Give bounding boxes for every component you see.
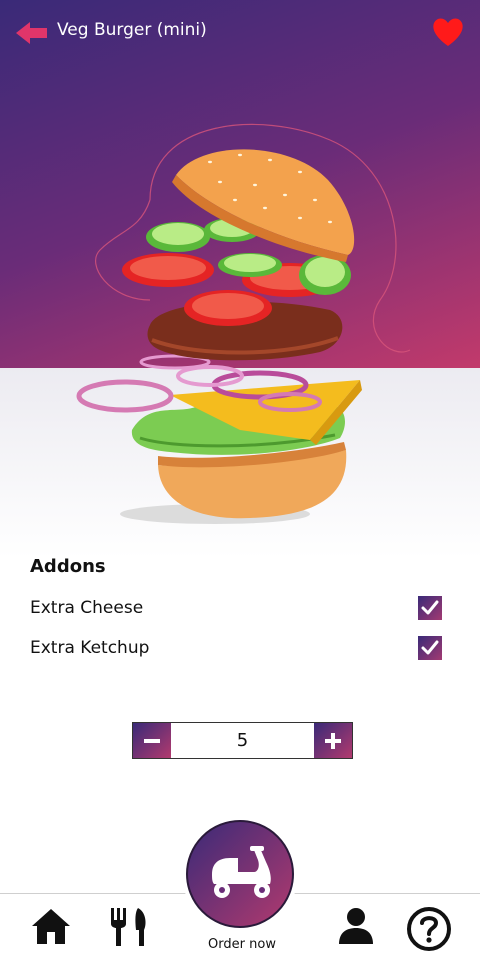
arrow-left-icon <box>16 22 47 44</box>
plus-icon <box>325 732 341 749</box>
quantity-stepper: 5 <box>132 722 353 759</box>
minus-icon <box>144 738 160 743</box>
extra-cheese-checkbox[interactable] <box>418 596 442 620</box>
order-now-circle <box>186 820 294 928</box>
order-now-button[interactable] <box>182 816 298 932</box>
decrement-button[interactable] <box>133 723 171 758</box>
increment-button[interactable] <box>314 723 352 758</box>
home-icon <box>32 909 70 944</box>
addons-title: Addons <box>30 556 106 577</box>
addon-label: Extra Ketchup <box>30 638 150 658</box>
scooter-icon <box>212 846 271 898</box>
nav-help[interactable] <box>406 906 452 956</box>
nav-profile[interactable] <box>337 906 375 950</box>
top-bar: Veg Burger (mini) <box>0 0 480 64</box>
check-icon <box>421 640 439 655</box>
burger-image <box>76 149 362 524</box>
fork-knife-icon <box>111 908 146 946</box>
addon-row-extra-cheese: Extra Cheese <box>30 596 446 624</box>
quantity-value[interactable]: 5 <box>171 723 314 758</box>
page-title: Veg Burger (mini) <box>57 20 207 40</box>
nav-menu[interactable] <box>108 906 150 952</box>
back-button[interactable] <box>14 18 50 48</box>
addon-label: Extra Cheese <box>30 598 144 618</box>
extra-ketchup-checkbox[interactable] <box>418 636 442 660</box>
nav-home[interactable] <box>30 906 72 950</box>
check-icon <box>421 600 439 615</box>
heart-icon <box>433 18 463 46</box>
help-icon <box>407 907 451 951</box>
addon-row-extra-ketchup: Extra Ketchup <box>30 636 446 664</box>
order-now-label: Order now <box>208 937 276 952</box>
favorite-button[interactable] <box>430 16 466 48</box>
user-icon <box>339 908 373 944</box>
